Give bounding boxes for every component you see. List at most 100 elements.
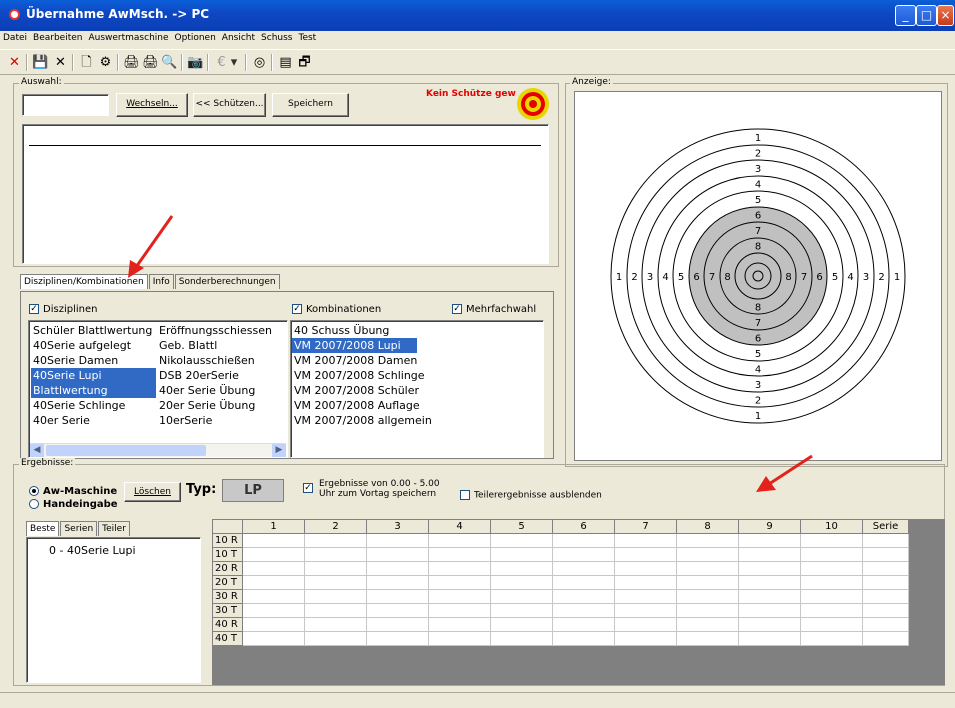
grid-cell[interactable] [304,589,367,604]
grid-cell[interactable] [614,631,677,646]
grid-cell[interactable] [552,561,615,576]
dropdown-arrow-icon[interactable]: ▾ [229,54,239,71]
list-item[interactable]: Geb. Blattl [157,338,285,353]
grid-cell[interactable] [552,617,615,632]
menu-datei[interactable]: Datei [0,31,30,43]
grid-cell[interactable] [862,617,909,632]
grid-cell[interactable] [738,603,801,618]
list-item[interactable]: VM 2007/2008 allgemein [292,413,542,428]
grid-cell[interactable] [800,561,863,576]
scroll-thumb[interactable] [46,445,206,456]
grid-cell[interactable] [304,603,367,618]
grid-cell[interactable] [304,533,367,548]
kombinationen-list[interactable]: 40 Schuss Übung VM 2007/2008 Lupi VM 200… [290,320,544,458]
grid-cell[interactable] [800,589,863,604]
grid-cell[interactable] [490,533,553,548]
grid-cell[interactable] [676,631,739,646]
print-preview-icon[interactable]: 🔍 [161,54,178,71]
grid-cell[interactable] [428,631,491,646]
teiler-checkbox[interactable]: Teilerergebnisse ausblenden [460,490,602,501]
grid-cell[interactable] [676,575,739,590]
grid-cell[interactable] [242,589,305,604]
new-document-icon[interactable]: 🗋 [78,54,95,71]
menu-ansicht[interactable]: Ansicht [219,31,258,43]
radio-aw-maschine[interactable]: Aw-Maschine [29,486,117,497]
grid-cell[interactable] [366,617,429,632]
tab-serien[interactable]: Serien [60,521,98,536]
grid-cell[interactable] [862,533,909,548]
grid-cell[interactable] [800,603,863,618]
print-setup-icon[interactable]: 🖨 [142,54,159,71]
grid-cell[interactable] [242,617,305,632]
grid-cell[interactable] [614,603,677,618]
grid-cell[interactable] [862,603,909,618]
speichern-button[interactable]: Speichern [272,93,349,117]
save-icon[interactable]: 💾 [32,54,49,71]
kombinationen-checkbox[interactable]: ✓ Kombinationen [292,304,381,315]
tab-sonderberechnungen[interactable]: Sonderberechnungen [174,274,280,289]
grid-cell[interactable] [738,547,801,562]
beste-list[interactable]: 0 - 40Serie Lupi [26,537,201,683]
grid-cell[interactable] [428,575,491,590]
grid-cell[interactable] [552,589,615,604]
list-item[interactable]: DSB 20erSerie [157,368,285,383]
grid-cell[interactable] [366,533,429,548]
list-item[interactable]: 0 - 40Serie Lupi [27,543,200,558]
grid-cell[interactable] [304,617,367,632]
grid-cell[interactable] [242,547,305,562]
grid-cell[interactable] [366,575,429,590]
grid-cell[interactable] [366,547,429,562]
grid-cell[interactable] [676,589,739,604]
grid-cell[interactable] [738,589,801,604]
grid-cell[interactable] [490,617,553,632]
menu-bearbeiten[interactable]: Bearbeiten [30,31,85,43]
euro-icon[interactable]: € [213,54,230,71]
print-icon[interactable]: 🖨 [123,54,140,71]
grid-cell[interactable] [428,547,491,562]
list-item[interactable]: 40 Schuss Übung [292,323,542,338]
maximize-button[interactable]: □ [916,5,937,26]
disziplinen-checkbox[interactable]: ✓ Disziplinen [29,304,97,315]
grid-cell[interactable] [614,589,677,604]
grid-cell[interactable] [428,561,491,576]
scroll-right-icon[interactable]: ▶ [272,444,286,457]
grid-cell[interactable] [490,561,553,576]
tab-teiler[interactable]: Teiler [98,521,130,536]
list-item[interactable]: VM 2007/2008 Schlinge [292,368,542,383]
grid-cell[interactable] [676,603,739,618]
grid-cell[interactable] [242,561,305,576]
grid-cell[interactable] [304,547,367,562]
grid-cell[interactable] [366,589,429,604]
settings-gear-icon[interactable]: ⚙ [97,54,114,71]
list-item[interactable]: 40Serie Schlinge [31,398,156,413]
grid-cell[interactable] [738,561,801,576]
scroll-left-icon[interactable]: ◀ [30,444,44,457]
grid-cell[interactable] [862,589,909,604]
menu-auswertmaschine[interactable]: Auswertmaschine [85,31,171,43]
grid-cell[interactable] [490,631,553,646]
list-item[interactable]: VM 2007/2008 Auflage [292,398,542,413]
horizontal-scrollbar[interactable]: ◀ ▶ [30,443,286,457]
grid-cell[interactable] [242,533,305,548]
grid-cell[interactable] [552,547,615,562]
grid-cell[interactable] [552,603,615,618]
grid-cell[interactable] [800,575,863,590]
list-item[interactable]: 20er Serie Übung [157,398,285,413]
list-item[interactable]: Eröffnungsschiessen [157,323,285,338]
disziplinen-list[interactable]: Schüler Blattlwertung 40Serie aufgelegt … [28,320,288,458]
delete-x-icon[interactable]: ✕ [52,54,69,71]
grid-cell[interactable] [862,631,909,646]
list-item[interactable]: Schüler Blattlwertung [31,323,156,338]
grid-cell[interactable] [738,631,801,646]
close-red-x-icon[interactable]: ✕ [6,54,23,71]
list-item[interactable]: 40Serie Damen [31,353,156,368]
grid-cell[interactable] [862,547,909,562]
close-button[interactable]: × [937,5,954,26]
list-item[interactable]: 40er Serie Übung [157,383,285,398]
menu-optionen[interactable]: Optionen [172,31,219,43]
tab-beste[interactable]: Beste [26,521,60,536]
wechseln-button[interactable]: Wechseln... [116,93,188,117]
grid-cell[interactable] [366,603,429,618]
schuetzen-button[interactable]: << Schützen... [193,93,266,117]
grid-cell[interactable] [242,631,305,646]
